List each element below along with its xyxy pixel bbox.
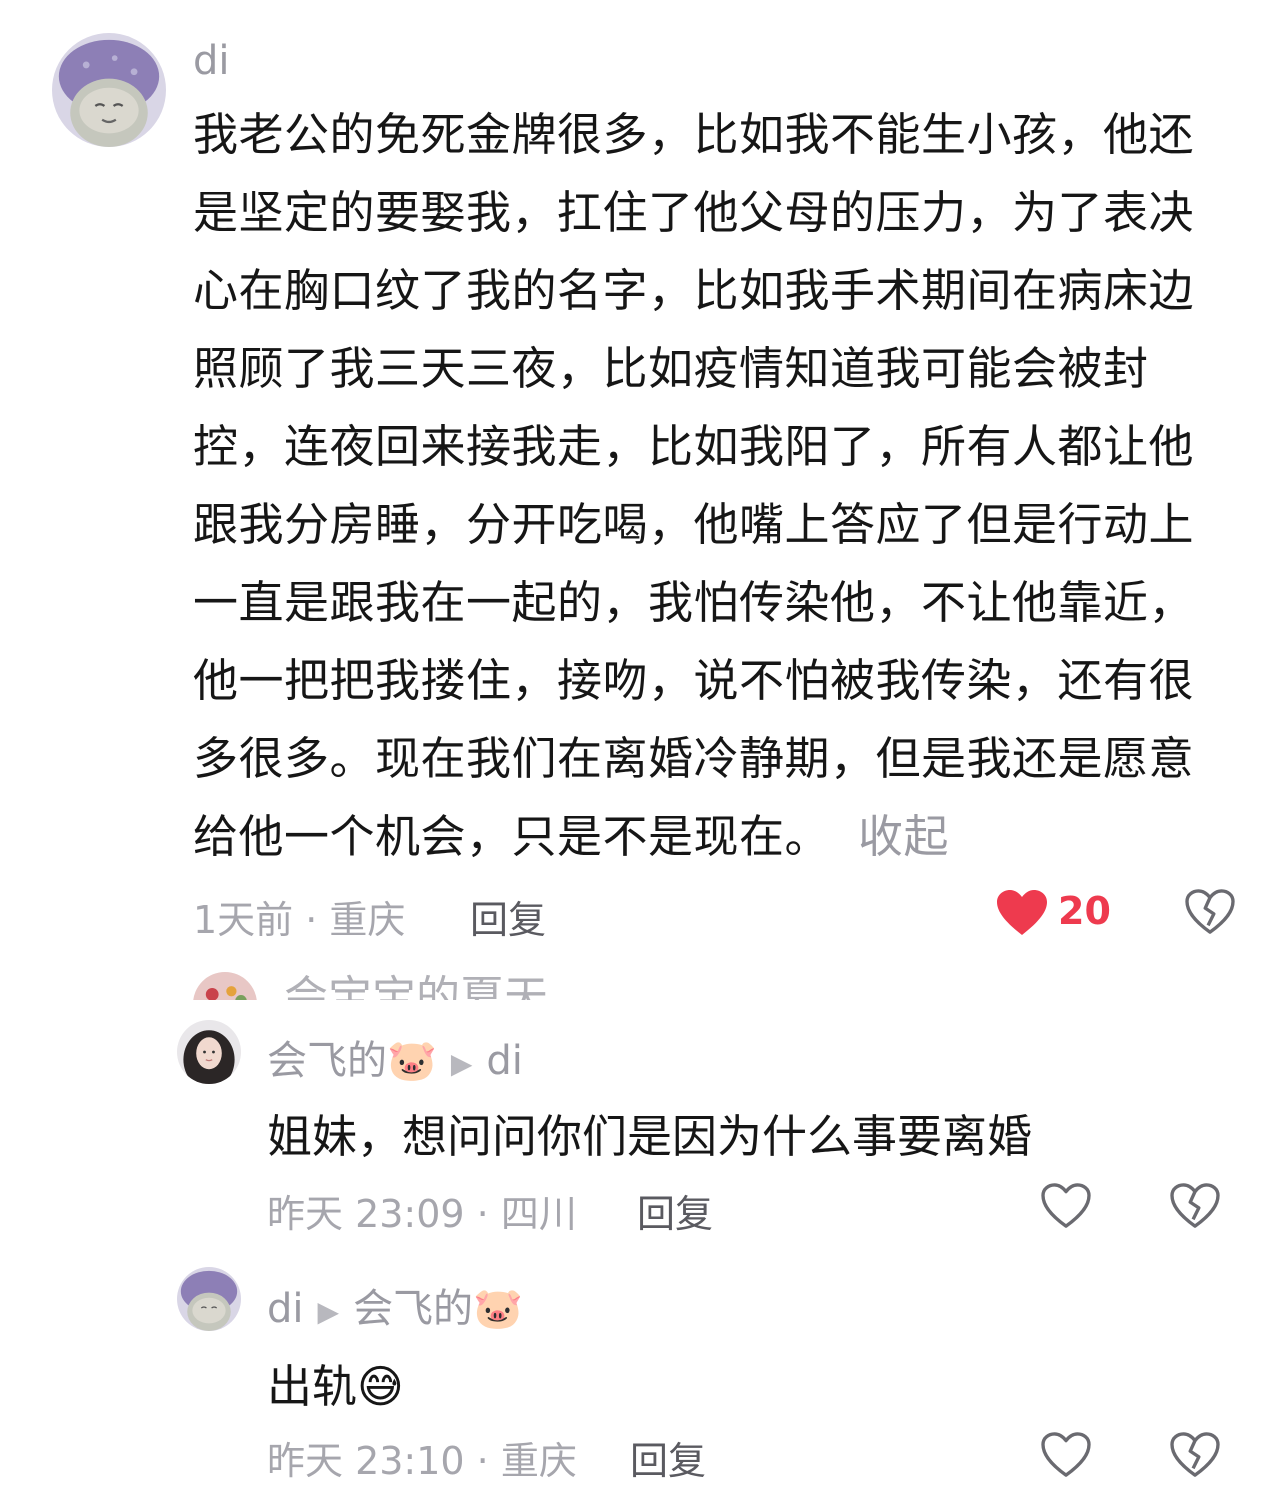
comment-line: 一直是跟我在一起的，我怕传染他，不让他靠近， (193, 576, 1195, 629)
reply2-header: di ▶ 会飞的🐷 (267, 1276, 523, 1334)
comment-line: 我老公的免死金牌很多，比如我不能生小孩，他还 (193, 108, 1195, 161)
broken-heart-icon[interactable] (1185, 889, 1235, 935)
comment-line-text: 给他一个机会，只是不是现在。 (193, 810, 831, 863)
heart-filled-icon[interactable] (996, 889, 1048, 937)
reply2-reply-to[interactable]: 会飞的🐷 (353, 1286, 523, 1332)
reply2-username[interactable]: di (267, 1286, 304, 1332)
comment-line: 心在胸口纹了我的名字，比如我手术期间在病床边 (193, 264, 1195, 317)
reply1-time-location: 昨天 23:09 · 四川 (267, 1192, 577, 1236)
comment-line: 跟我分房睡，分开吃喝，他嘴上答应了但是行动上 (193, 498, 1195, 551)
reply2-reply-button[interactable]: 回复 (630, 1430, 706, 1485)
collapse-link[interactable]: 收起 (858, 810, 949, 863)
like-count: 20 (1058, 889, 1111, 933)
reply1-reply-to[interactable]: di (486, 1038, 523, 1084)
comment-line: 控，连夜回来接我走，比如我阳了，所有人都让他 (193, 420, 1195, 473)
reply1-header: 会飞的🐷 ▶ di (267, 1028, 523, 1086)
comment-reply-button[interactable]: 回复 (470, 889, 546, 944)
reply1-text: 姐妹，想问问你们是因为什么事要离婚 (267, 1110, 1033, 1163)
comment-line-last: 给他一个机会，只是不是现在。 收起 (193, 798, 1243, 876)
comment-line: 照顾了我三天三夜，比如疫情知道我可能会被封 (193, 342, 1149, 395)
broken-heart-icon[interactable] (1170, 1432, 1220, 1478)
comment-username[interactable]: di (193, 38, 230, 84)
comment-line: 他一把把我搂住，接吻，说不怕被我传染，还有很 (193, 654, 1195, 707)
comment-line: 多很多。现在我们在离婚冷静期，但是我还是愿意 (193, 732, 1195, 785)
heart-outline-icon[interactable] (1041, 1432, 1091, 1478)
avatar-reply1[interactable] (177, 1020, 241, 1084)
reply2-text: 出轨😅 (267, 1360, 404, 1413)
comment-line: 是坚定的要娶我，扛住了他父母的压力，为了表决 (193, 186, 1195, 239)
broken-heart-icon[interactable] (1170, 1183, 1220, 1229)
comment-time-location: 1天前 · 重庆 (193, 898, 406, 942)
play-arrow-icon: ▶ (450, 1046, 473, 1080)
reply2-time-location: 昨天 23:10 · 重庆 (267, 1439, 577, 1483)
avatar-reply2[interactable] (177, 1267, 241, 1331)
reply1-reply-button[interactable]: 回复 (637, 1183, 713, 1238)
reply1-username[interactable]: 会飞的🐷 (267, 1038, 437, 1084)
heart-outline-icon[interactable] (1041, 1183, 1091, 1229)
peek-username[interactable]: 会宝宝的夏天 (284, 968, 548, 1000)
avatar-di[interactable] (52, 33, 166, 147)
play-arrow-icon: ▶ (317, 1294, 340, 1328)
comment-body: 我老公的免死金牌很多，比如我不能生小孩，他还 是坚定的要娶我，扛住了他父母的压力… (193, 96, 1243, 876)
